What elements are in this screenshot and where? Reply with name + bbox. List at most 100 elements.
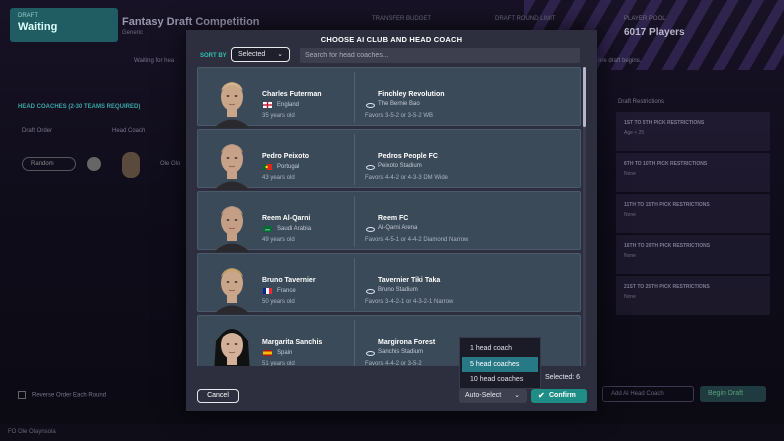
restriction-title: 21st to 25th Pick Restrictions	[624, 284, 710, 290]
coach-list: Charles Futerman England 35 years old Fi…	[197, 67, 581, 366]
draft-order-select[interactable]: Random	[22, 157, 76, 171]
waiting-text: Waiting for hea	[134, 58, 175, 64]
coach-name: Pedro Peixoto	[262, 153, 310, 160]
card-divider	[354, 72, 355, 123]
coach-name: Charles Futerman	[262, 91, 322, 98]
player-pool-header: Player Pool	[624, 16, 666, 22]
auto-select-dropdown: 1 head coach 5 head coaches 10 head coac…	[459, 337, 541, 389]
add-ai-head-coach-button[interactable]: Add AI Head Coach	[602, 386, 694, 402]
auto-select-button[interactable]: Auto-Select ⌄	[459, 389, 527, 403]
coach-portrait	[214, 329, 250, 366]
selected-count: Selected: 6	[545, 374, 581, 381]
coach-nation: Spain	[277, 350, 293, 356]
coach-nation: England	[277, 102, 300, 108]
club-name: Reem FC	[378, 215, 409, 222]
confirm-label: Confirm	[549, 392, 576, 399]
club-favored-formations: Favors 4-5-1 or 4-4-2 Diamond Narrow	[365, 237, 469, 243]
restriction-row[interactable]: 16th to 20th Pick Restrictions None	[616, 235, 770, 274]
coach-card[interactable]: Charles Futerman England 35 years old Fi…	[197, 67, 581, 128]
stadium-icon	[366, 165, 375, 170]
cancel-button[interactable]: Cancel	[197, 389, 239, 403]
auto-select-label: Auto-Select	[465, 392, 502, 399]
club-favored-formations: Favors 4-4-2 or 4-3-3 DM Wide	[365, 175, 449, 181]
stadium-icon	[366, 289, 375, 294]
coach-name: Bruno Tavernier	[262, 277, 316, 284]
coach-avatar	[122, 152, 140, 178]
restriction-value: None	[624, 212, 636, 218]
card-divider	[354, 134, 355, 185]
confirm-button[interactable]: ✔ Confirm	[531, 389, 587, 403]
chevron-down-icon: ⌄	[514, 392, 520, 399]
coach-age: 35 years old	[262, 113, 295, 119]
club-stadium: The Bernie Bao	[378, 101, 420, 107]
coach-card[interactable]: Bruno Tavernier France 50 years old Tave…	[197, 253, 581, 314]
club-stadium: Bruno Stadium	[378, 287, 418, 293]
draft-status-value: Waiting	[18, 21, 58, 33]
chevron-down-icon: ⌄	[277, 51, 283, 58]
restriction-row[interactable]: 1st to 5th Pick Restrictions Age < 25	[616, 112, 770, 151]
bottom-bar: FO Ole Olaynsola	[0, 424, 784, 441]
checkbox-icon[interactable]	[18, 391, 26, 399]
head-coaches-heading: HEAD COACHES (2-30 TEAMS REQUIRED)	[18, 104, 141, 110]
draft-round-limit-header: Draft Round Limit	[495, 16, 556, 22]
check-icon: ✔	[538, 391, 545, 400]
restrictions-panel: 1st to 5th Pick Restrictions Age < 25 6th…	[616, 112, 770, 317]
club-favored-formations: Favors 3-4-2-1 or 4-3-2-1 Narrow	[365, 299, 454, 305]
club-stadium: Peixoto Stadium	[378, 163, 422, 169]
club-name: Pedros People FC	[378, 153, 438, 160]
club-name: Margirona Forest	[378, 339, 436, 346]
head-coach-header: Head Coach	[112, 128, 146, 134]
restriction-title: 1st to 5th Pick Restrictions	[624, 120, 705, 126]
club-name: Tavernier Tiki Taka	[378, 277, 441, 284]
player-pool-value: 6017 Players	[624, 27, 685, 38]
club-name: Finchley Revolution	[378, 91, 445, 98]
restriction-value: None	[624, 294, 636, 300]
coach-name: Ole Olo	[160, 161, 181, 167]
club-stadium: Sanchis Stadium	[378, 349, 424, 355]
coach-card[interactable]: Reem Al-Qarni Saudi Arabia 49 years old …	[197, 191, 581, 252]
restriction-value: None	[624, 253, 636, 259]
reverse-order-checkbox[interactable]: Reverse Order Each Round	[18, 391, 106, 399]
check-icon	[87, 157, 101, 171]
sort-by-label: SORT BY	[200, 53, 227, 59]
waiting-text-right: ore draft begins.	[598, 58, 642, 64]
sort-by-select[interactable]: Selected ⌄	[231, 47, 290, 62]
france-flag-icon	[263, 288, 272, 294]
portugal-flag-icon	[263, 164, 272, 170]
club-favored-formations: Favors 3-5-2 or 3-5-2 WB	[365, 113, 434, 119]
coach-card[interactable]: Pedro Peixoto Portugal 43 years old Pedr…	[197, 129, 581, 190]
stadium-icon	[366, 227, 375, 232]
search-input[interactable]	[300, 48, 580, 63]
stadium-icon	[366, 351, 375, 356]
card-divider	[354, 320, 355, 366]
restriction-row[interactable]: 11th to 15th Pick Restrictions None	[616, 194, 770, 233]
coach-portrait	[214, 206, 250, 252]
spain-flag-icon	[263, 350, 272, 356]
saudi-flag-icon	[263, 226, 272, 232]
card-divider	[354, 196, 355, 247]
auto-select-option[interactable]: 10 head coaches	[462, 372, 538, 387]
club-favored-formations: Favors 4-4-2 or 3-5-2	[365, 361, 422, 366]
scrollbar[interactable]	[583, 67, 586, 366]
restriction-title: 11th to 15th Pick Restrictions	[624, 202, 710, 208]
auto-select-option[interactable]: 1 head coach	[462, 341, 538, 356]
restriction-title: 16th to 20th Pick Restrictions	[624, 243, 711, 249]
begin-draft-button[interactable]: Begin Draft	[700, 386, 766, 402]
coach-name: Margarita Sanchis	[262, 339, 323, 346]
card-divider	[354, 258, 355, 309]
dialog-title: CHOOSE AI CLUB AND HEAD COACH	[320, 35, 463, 44]
restriction-value: Age < 25	[624, 130, 645, 136]
coach-portrait	[214, 82, 250, 128]
competition-subtitle: Generic	[122, 30, 144, 36]
restriction-row[interactable]: 6th to 10th Pick Restrictions None	[616, 153, 770, 192]
coach-portrait	[214, 144, 250, 190]
auto-select-option[interactable]: 5 head coaches	[462, 356, 538, 372]
competition-title: Fantasy Draft Competition	[122, 16, 260, 28]
draft-order-header: Draft Order	[22, 128, 53, 134]
scrollbar-thumb[interactable]	[583, 67, 586, 127]
restriction-title: 6th to 10th Pick Restrictions	[624, 161, 708, 167]
club-stadium: Al-Qarni Arena	[378, 225, 418, 231]
draft-restrictions-title: Draft Restrictions	[618, 99, 665, 105]
restriction-row[interactable]: 21st to 25th Pick Restrictions None	[616, 276, 770, 315]
transfer-budget-header: Transfer Budget	[372, 16, 432, 22]
